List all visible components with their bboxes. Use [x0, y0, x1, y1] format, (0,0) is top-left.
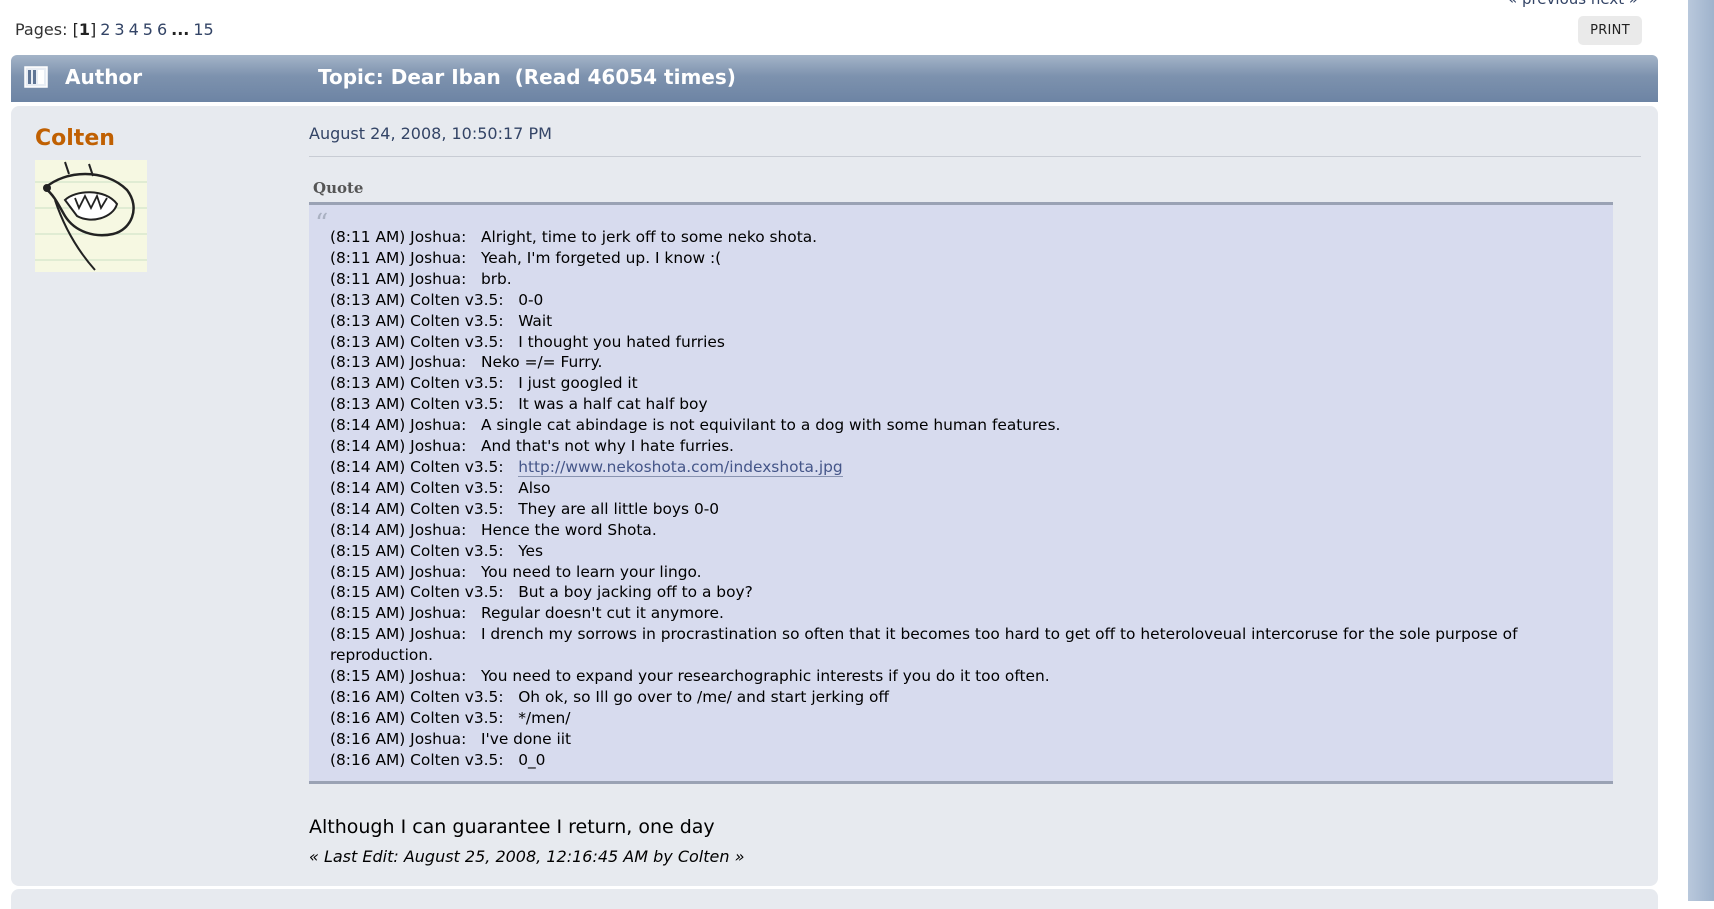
- page-link-5[interactable]: 5: [143, 20, 153, 39]
- topic-header-bar: Author Topic: Dear Iban (Read 46054 time…: [11, 55, 1658, 102]
- prev-next-links[interactable]: « previous next »: [1508, 0, 1638, 8]
- quote-header: Quote: [313, 179, 364, 197]
- next-post-edge: [11, 889, 1658, 909]
- quote-mark-icon: “: [315, 209, 329, 239]
- quote-line: (8:16 AM) Joshua: I've done iit: [330, 729, 572, 748]
- topic-icon: [24, 66, 48, 88]
- quote-line: (8:13 AM) Colten v3.5: Wait: [330, 311, 553, 330]
- quote-line: (8:11 AM) Joshua: brb.: [330, 269, 512, 288]
- print-button[interactable]: PRINT: [1578, 16, 1642, 45]
- pagination-ellipsis: ...: [171, 20, 190, 39]
- quote-block: “ (8:11 AM) Joshua: Alright, time to jer…: [309, 202, 1613, 784]
- quote-line: (8:13 AM) Colten v3.5: I thought you hat…: [330, 332, 725, 351]
- page-link-last[interactable]: 15: [193, 20, 213, 39]
- page-link-2[interactable]: 2: [100, 20, 110, 39]
- quote-line: (8:15 AM) Joshua: I drench my sorrows in…: [330, 625, 1523, 665]
- quote-line: (8:15 AM) Colten v3.5: Yes: [330, 541, 544, 560]
- post-date[interactable]: August 24, 2008, 10:50:17 PM: [309, 124, 552, 143]
- quote-line: (8:16 AM) Colten v3.5: Oh ok, so Ill go …: [330, 687, 890, 706]
- page-link-4[interactable]: 4: [129, 20, 139, 39]
- quote-link[interactable]: http://www.nekoshota.com/indexshota.jpg: [518, 457, 843, 477]
- avatar[interactable]: [35, 160, 147, 272]
- pagination-label: Pages:: [15, 20, 68, 39]
- quote-lines: (8:11 AM) Joshua: Alright, time to jerk …: [330, 227, 1593, 771]
- pagination-current: [1]: [72, 20, 97, 39]
- quote-line: (8:14 AM) Joshua: Hence the word Shota.: [330, 520, 657, 539]
- quote-line: (8:15 AM) Joshua: Regular doesn't cut it…: [330, 604, 724, 623]
- quote-line: (8:16 AM) Colten v3.5: 0_0: [330, 750, 546, 769]
- topic-title: Topic: Dear Iban (Read 46054 times): [318, 65, 736, 89]
- last-edit-note: « Last Edit: August 25, 2008, 12:16:45 A…: [309, 847, 745, 866]
- post-container: Colten August 24, 2008, 10:50:17 PM Quot…: [11, 106, 1658, 886]
- page-link-6[interactable]: 6: [157, 20, 167, 39]
- quote-line: (8:13 AM) Colten v3.5: I just googled it: [330, 374, 638, 393]
- quote-line: (8:13 AM) Colten v3.5: It was a half cat…: [330, 395, 708, 414]
- quote-line: (8:15 AM) Colten v3.5: But a boy jacking…: [330, 583, 753, 602]
- quote-line-prefix: (8:14 AM) Colten v3.5:: [330, 457, 519, 476]
- quote-line: (8:14 AM) Joshua: A single cat abindage …: [330, 416, 1061, 435]
- post-separator: [309, 156, 1641, 157]
- poster-name[interactable]: Colten: [35, 126, 115, 151]
- page-link-3[interactable]: 3: [114, 20, 124, 39]
- quote-line: (8:14 AM) Colten v3.5: Also: [330, 478, 551, 497]
- quote-line: (8:13 AM) Joshua: Neko =/= Furry.: [330, 353, 603, 372]
- quote-line: (8:15 AM) Joshua: You need to expand you…: [330, 667, 1050, 686]
- quote-line: (8:11 AM) Joshua: Yeah, I'm forgeted up.…: [330, 248, 722, 267]
- right-scroll-edge: [1688, 0, 1714, 901]
- quote-line: (8:11 AM) Joshua: Alright, time to jerk …: [330, 228, 818, 246]
- author-column-label: Author: [65, 65, 143, 89]
- quote-line: (8:14 AM) Colten v3.5: They are all litt…: [330, 499, 720, 518]
- quote-line: (8:15 AM) Joshua: You need to learn your…: [330, 562, 702, 581]
- post-body-text: Although I can guarantee I return, one d…: [309, 816, 715, 838]
- quote-line: (8:16 AM) Colten v3.5: */men/: [330, 708, 571, 727]
- quote-line: (8:13 AM) Colten v3.5: 0-0: [330, 290, 544, 309]
- pagination: Pages: [1] 2 3 4 5 6... 15: [15, 20, 214, 39]
- quote-line: (8:14 AM) Colten v3.5: http://www.nekosh…: [330, 457, 1593, 478]
- quote-line: (8:14 AM) Joshua: And that's not why I h…: [330, 437, 734, 456]
